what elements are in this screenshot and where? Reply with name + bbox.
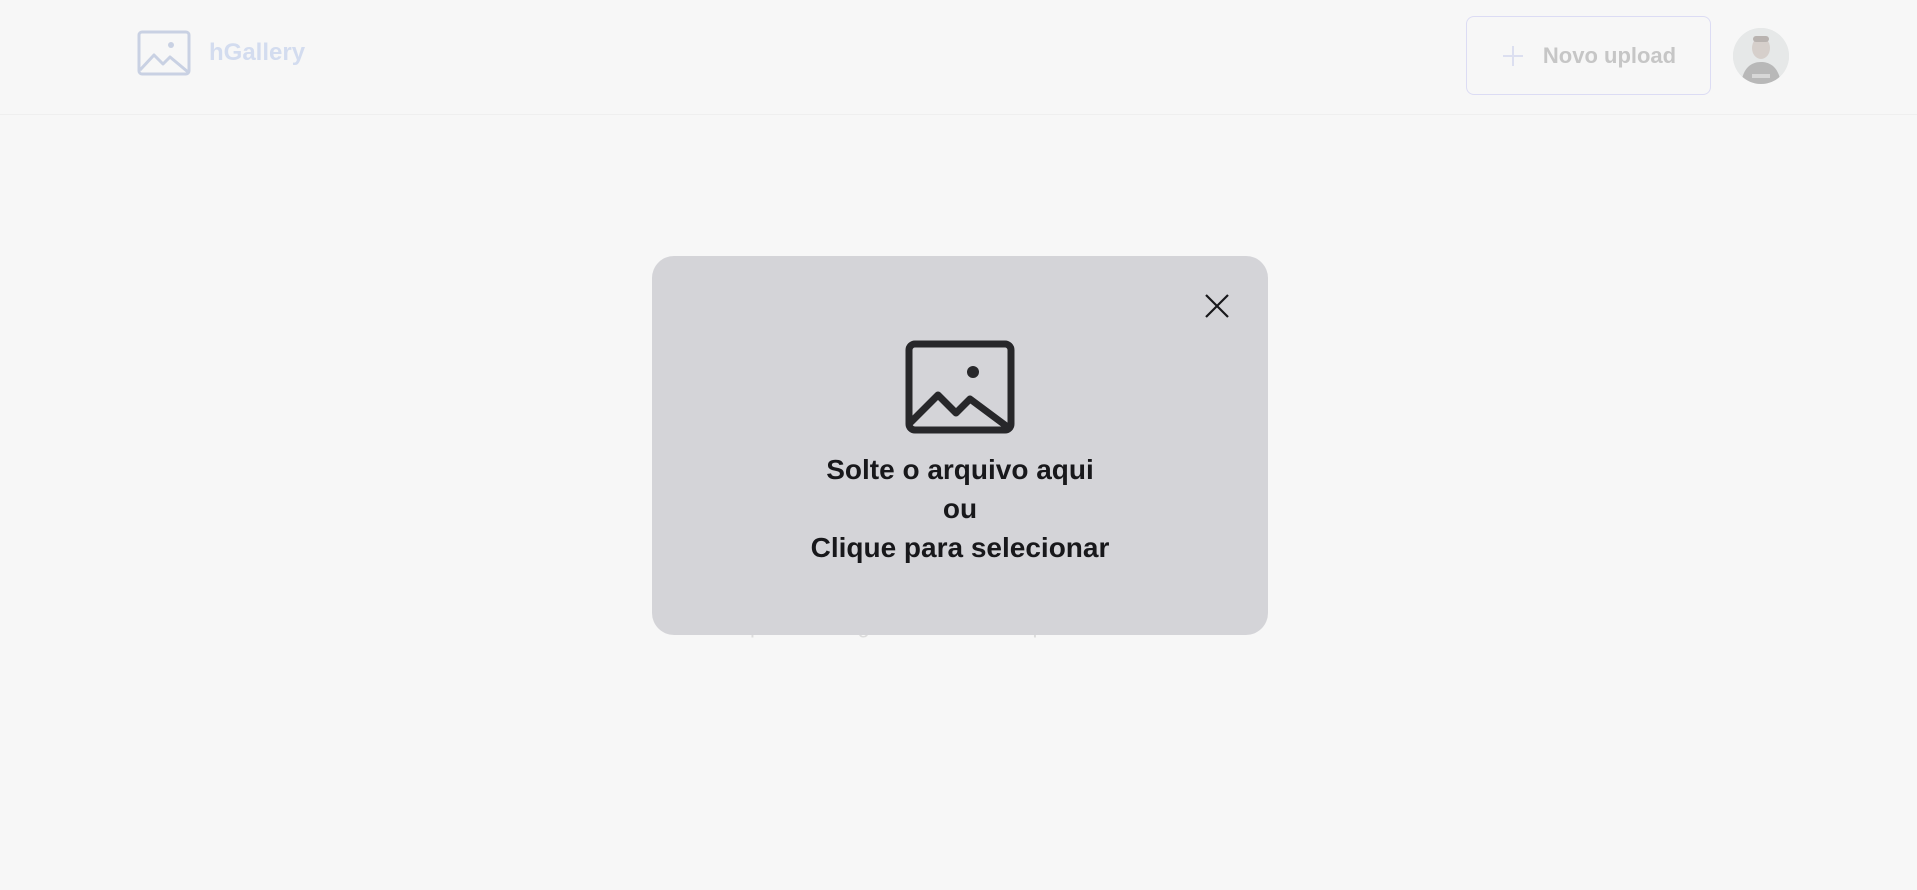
dropzone-line-3: Clique para selecionar — [810, 532, 1110, 563]
file-dropzone[interactable]: Solte o arquivo aqui ou Clique para sele… — [652, 256, 1268, 635]
plus-icon — [1501, 44, 1525, 68]
close-button[interactable] — [1200, 289, 1234, 323]
image-icon — [905, 340, 1015, 434]
new-upload-button[interactable]: Novo upload — [1466, 16, 1711, 95]
close-icon — [1200, 289, 1234, 323]
brand-name: hGallery — [209, 39, 306, 66]
dropzone-instructions: Solte o arquivo aqui ou Clique para sele… — [652, 450, 1268, 567]
page: hGallery Novo upload upload de alguma fo — [0, 0, 1917, 890]
user-avatar[interactable] — [1733, 28, 1789, 84]
app-header: hGallery Novo upload — [0, 0, 1917, 115]
brand-logo-link[interactable]: hGallery — [137, 30, 305, 76]
new-upload-label: Novo upload — [1542, 42, 1677, 68]
dropzone-line-1: Solte o arquivo aqui — [826, 454, 1094, 485]
dropzone-line-2: ou — [942, 493, 978, 524]
image-icon — [137, 30, 191, 76]
